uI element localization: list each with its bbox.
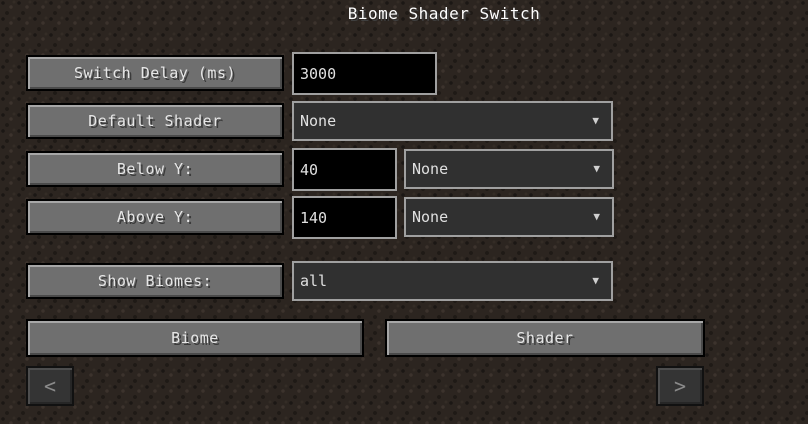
below-y-button[interactable]: Below Y: bbox=[26, 151, 284, 187]
above-y-button[interactable]: Above Y: bbox=[26, 199, 284, 235]
biome-column-button[interactable]: Biome bbox=[26, 319, 364, 357]
switch-delay-value: 3000 bbox=[300, 64, 337, 83]
default-shader-dropdown[interactable]: None ▼ bbox=[292, 101, 613, 141]
default-shader-button[interactable]: Default Shader bbox=[26, 103, 284, 139]
show-biomes-selected: all bbox=[300, 272, 328, 290]
above-y-label: Above Y: bbox=[116, 208, 194, 226]
below-y-shader-dropdown[interactable]: None ▼ bbox=[404, 149, 614, 189]
above-y-value: 140 bbox=[300, 208, 328, 227]
chevron-down-icon: ▼ bbox=[593, 161, 600, 175]
above-y-input[interactable]: 140 bbox=[292, 196, 397, 239]
below-y-value: 40 bbox=[300, 160, 319, 179]
switch-delay-button[interactable]: Switch Delay (ms) bbox=[26, 55, 284, 91]
chevron-down-icon: ▼ bbox=[593, 209, 600, 223]
chevron-down-icon: ▼ bbox=[592, 113, 599, 127]
show-biomes-dropdown[interactable]: all ▼ bbox=[292, 261, 613, 301]
show-biomes-label: Show Biomes: bbox=[97, 272, 213, 290]
chevron-left-icon: < bbox=[43, 374, 57, 398]
next-page-button[interactable]: > bbox=[656, 366, 704, 406]
above-y-shader-dropdown[interactable]: None ▼ bbox=[404, 197, 614, 237]
above-y-shader-selected: None bbox=[412, 208, 449, 226]
show-biomes-button[interactable]: Show Biomes: bbox=[26, 263, 284, 299]
switch-delay-label: Switch Delay (ms) bbox=[73, 64, 237, 82]
below-y-shader-selected: None bbox=[412, 160, 449, 178]
below-y-label: Below Y: bbox=[116, 160, 194, 178]
below-y-input[interactable]: 40 bbox=[292, 148, 397, 191]
switch-delay-input[interactable]: 3000 bbox=[292, 52, 437, 95]
default-shader-selected: None bbox=[300, 112, 337, 130]
screen-title: Biome Shader Switch bbox=[347, 4, 541, 23]
chevron-right-icon: > bbox=[673, 374, 687, 398]
shader-column-label: Shader bbox=[516, 329, 574, 347]
shader-column-button[interactable]: Shader bbox=[385, 319, 705, 357]
biome-column-label: Biome bbox=[171, 329, 219, 347]
default-shader-label: Default Shader bbox=[88, 112, 222, 130]
previous-page-button[interactable]: < bbox=[26, 366, 74, 406]
chevron-down-icon: ▼ bbox=[592, 273, 599, 287]
